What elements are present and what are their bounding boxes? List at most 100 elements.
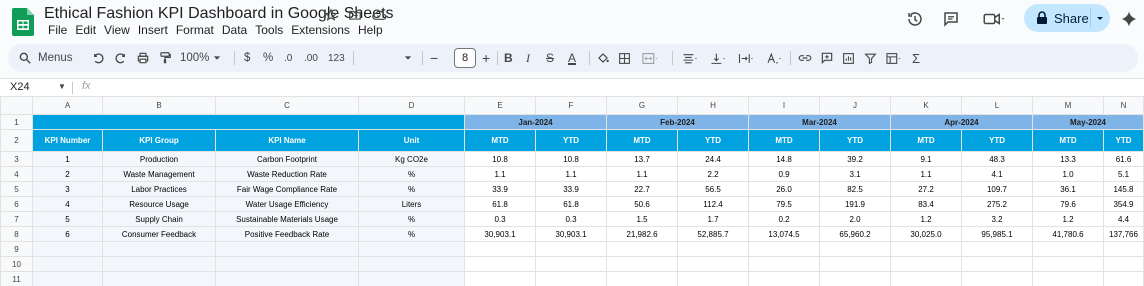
header-cell[interactable]: Unit [358, 129, 465, 152]
header-cell[interactable]: KPI Name [215, 129, 359, 152]
decrease-decimal-button[interactable]: .0 [284, 44, 292, 72]
unit-cell[interactable]: % [358, 226, 465, 242]
value-cell[interactable]: 21,982.6 [606, 226, 678, 242]
value-cell[interactable]: 5.1 [1103, 166, 1144, 182]
unit-cell[interactable]: % [358, 181, 465, 197]
kpi-group-cell[interactable]: Waste Management [102, 166, 216, 182]
empty-cell[interactable] [464, 241, 536, 257]
value-cell[interactable]: 30,903.1 [535, 226, 607, 242]
empty-cell[interactable] [32, 256, 103, 272]
filter-views-icon[interactable] [884, 44, 904, 72]
month-header[interactable]: Apr-2024 [890, 114, 1033, 130]
value-cell[interactable]: 1.1 [464, 166, 536, 182]
empty-cell[interactable] [890, 256, 962, 272]
value-cell[interactable]: 1.0 [1032, 166, 1104, 182]
percent-format-button[interactable]: % [263, 44, 273, 72]
value-cell[interactable]: 0.3 [535, 211, 607, 227]
empty-cell[interactable] [1103, 271, 1144, 286]
value-cell[interactable]: 30,903.1 [464, 226, 536, 242]
value-cell[interactable]: 95,985.1 [961, 226, 1033, 242]
empty-cell[interactable] [748, 241, 820, 257]
row-header[interactable]: 4 [0, 166, 33, 182]
empty-cell[interactable] [819, 271, 891, 286]
empty-cell[interactable] [677, 271, 749, 286]
share-dropdown-icon[interactable] [1095, 12, 1105, 27]
kpi-number-cell[interactable]: 4 [32, 196, 103, 212]
decrease-font-size-button[interactable]: − [430, 44, 438, 72]
title-band[interactable] [32, 114, 465, 130]
kpi-name-cell[interactable]: Waste Reduction Rate [215, 166, 359, 182]
empty-cell[interactable] [1103, 256, 1144, 272]
value-cell[interactable]: 61.8 [464, 196, 536, 212]
value-cell[interactable]: 52,885.7 [677, 226, 749, 242]
value-cell[interactable]: 22.7 [606, 181, 678, 197]
empty-cell[interactable] [748, 271, 820, 286]
row-header[interactable]: 2 [0, 129, 33, 152]
paint-format-icon[interactable] [158, 44, 172, 72]
empty-cell[interactable] [358, 271, 465, 286]
header-cell[interactable]: YTD [535, 129, 607, 152]
row-header[interactable]: 7 [0, 211, 33, 227]
value-cell[interactable]: 30,025.0 [890, 226, 962, 242]
value-cell[interactable]: 3.1 [819, 166, 891, 182]
header-cell[interactable]: MTD [890, 129, 962, 152]
empty-cell[interactable] [748, 256, 820, 272]
menu-tools[interactable]: Tools [251, 23, 287, 37]
empty-cell[interactable] [535, 256, 607, 272]
italic-button[interactable]: I [526, 44, 530, 72]
value-cell[interactable]: 1.7 [677, 211, 749, 227]
menu-edit[interactable]: Edit [71, 23, 100, 37]
row-header[interactable]: 9 [0, 241, 33, 257]
menu-data[interactable]: Data [218, 23, 251, 37]
empty-cell[interactable] [890, 241, 962, 257]
value-cell[interactable]: 13,074.5 [748, 226, 820, 242]
spreadsheet-grid[interactable]: A B C D E F G H I J K L M N 1 Jan-2024 F… [0, 96, 1144, 286]
value-cell[interactable]: 65,960.2 [819, 226, 891, 242]
font-family-select[interactable] [360, 44, 414, 72]
value-cell[interactable]: 2.0 [819, 211, 891, 227]
insert-chart-icon[interactable] [842, 44, 855, 72]
kpi-number-cell[interactable]: 6 [32, 226, 103, 242]
value-cell[interactable]: 61.6 [1103, 151, 1144, 167]
value-cell[interactable]: 191.9 [819, 196, 891, 212]
value-cell[interactable]: 145.8 [1103, 181, 1144, 197]
row-header[interactable]: 8 [0, 226, 33, 242]
empty-cell[interactable] [358, 256, 465, 272]
kpi-group-cell[interactable]: Production [102, 151, 216, 167]
sheets-logo-icon[interactable] [12, 8, 34, 36]
column-header[interactable]: E [464, 96, 536, 115]
value-cell[interactable]: 3.2 [961, 211, 1033, 227]
value-cell[interactable]: 10.8 [464, 151, 536, 167]
insert-link-icon[interactable] [798, 44, 812, 72]
column-header[interactable]: A [32, 96, 103, 115]
bold-button[interactable]: B [504, 44, 513, 72]
unit-cell[interactable]: Kg CO2e [358, 151, 465, 167]
kpi-group-cell[interactable]: Consumer Feedback [102, 226, 216, 242]
column-header[interactable]: F [535, 96, 607, 115]
empty-cell[interactable] [358, 241, 465, 257]
move-folder-icon[interactable] [346, 6, 364, 24]
empty-cell[interactable] [215, 256, 359, 272]
empty-cell[interactable] [606, 241, 678, 257]
kpi-name-cell[interactable]: Water Usage Efficiency [215, 196, 359, 212]
number-format-button[interactable]: 123 [328, 44, 345, 72]
gemini-sparkle-icon[interactable] [1118, 8, 1140, 30]
empty-cell[interactable] [961, 256, 1033, 272]
value-cell[interactable]: 41,780.6 [1032, 226, 1104, 242]
column-header[interactable]: H [677, 96, 749, 115]
text-rotation-icon[interactable] [764, 44, 784, 72]
increase-decimal-button[interactable]: .00 [304, 44, 318, 72]
month-header[interactable]: Jan-2024 [464, 114, 607, 130]
name-box[interactable]: X24 [10, 81, 30, 93]
column-header[interactable]: I [748, 96, 820, 115]
filter-icon[interactable] [864, 44, 877, 72]
value-cell[interactable]: 1.2 [890, 211, 962, 227]
row-header[interactable]: 10 [0, 256, 33, 272]
empty-cell[interactable] [464, 256, 536, 272]
kpi-name-cell[interactable]: Sustainable Materials Usage [215, 211, 359, 227]
value-cell[interactable]: 112.4 [677, 196, 749, 212]
value-cell[interactable]: 14.8 [748, 151, 820, 167]
value-cell[interactable]: 354.9 [1103, 196, 1144, 212]
header-cell[interactable]: MTD [606, 129, 678, 152]
value-cell[interactable]: 13.7 [606, 151, 678, 167]
